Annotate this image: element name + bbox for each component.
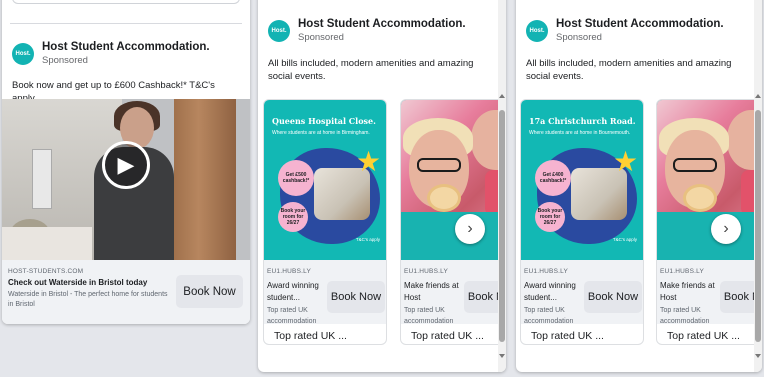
scroll-down-arrow-icon[interactable] bbox=[755, 354, 761, 358]
card-domain: EU1.HUBS.LY bbox=[660, 268, 704, 275]
book-now-button[interactable]: Book Now bbox=[464, 281, 498, 313]
card-domain: EU1.HUBS.LY bbox=[267, 268, 311, 275]
divider bbox=[10, 23, 242, 24]
card-headline[interactable]: Award winning student... bbox=[267, 280, 327, 304]
book-now-button[interactable]: Book Now bbox=[720, 281, 756, 313]
card-info[interactable]: EU1.HUBS.LY Make friends at Host Top rat… bbox=[657, 260, 756, 325]
cta-row[interactable]: HOST-STUDENTS.COM Check out Waterside in… bbox=[2, 260, 250, 324]
link-description: Waterside in Bristol - The perfect home … bbox=[8, 291, 168, 308]
poster-small-print: T&C's apply bbox=[355, 237, 380, 242]
carousel-card[interactable]: EU1.HUBS.LY Make friends at Host Top rat… bbox=[400, 99, 498, 345]
ad-video[interactable]: ▶ bbox=[2, 99, 250, 260]
ad-body-text: All bills included, modern amenities and… bbox=[526, 58, 732, 82]
card-description: Top rated UK accommodation bbox=[404, 307, 454, 325]
advertiser-name[interactable]: Host Student Accommodation. bbox=[556, 18, 724, 30]
card-info[interactable]: EU1.HUBS.LY Award winning student... Top… bbox=[521, 260, 643, 325]
card-image[interactable]: Queens Hospital Close. Where students ar… bbox=[264, 100, 386, 260]
card-image[interactable]: 17a Christchurch Road. Where students ar… bbox=[521, 100, 643, 260]
advertiser-logo[interactable]: Host. bbox=[12, 42, 34, 65]
scroll-up-arrow-icon[interactable] bbox=[755, 94, 761, 98]
link-domain: HOST-STUDENTS.COM bbox=[8, 268, 84, 275]
card-description: Top rated UK accommodation bbox=[267, 307, 317, 325]
poster-cta: Book your room for 26/27 bbox=[278, 202, 308, 232]
card-description: Top rated UK accommodation bbox=[524, 307, 574, 325]
poster-offer: Get £500 cashback!* bbox=[278, 160, 314, 196]
book-now-button[interactable]: Book Now bbox=[176, 275, 243, 308]
star-icon: ★ bbox=[613, 146, 639, 177]
scroll-down-arrow-icon[interactable] bbox=[499, 354, 505, 358]
card-image[interactable] bbox=[657, 100, 756, 260]
sponsored-label: Sponsored bbox=[556, 32, 602, 43]
ad-header: Host. Host Student Accommodation. Sponso… bbox=[526, 18, 724, 43]
play-icon[interactable]: ▶ bbox=[102, 141, 150, 189]
ad-header: Host. Host Student Accommodation. Sponso… bbox=[12, 41, 210, 66]
scrollbar[interactable] bbox=[754, 0, 762, 372]
ad-body-text: All bills included, modern amenities and… bbox=[268, 58, 474, 82]
scrollbar[interactable] bbox=[498, 0, 506, 372]
sponsored-label: Sponsored bbox=[298, 32, 344, 43]
card-domain: EU1.HUBS.LY bbox=[404, 268, 448, 275]
scroll-thumb[interactable] bbox=[499, 110, 505, 342]
card-domain: EU1.HUBS.LY bbox=[524, 268, 568, 275]
advertiser-name[interactable]: Host Student Accommodation. bbox=[42, 41, 210, 53]
card-footer: Top rated UK ... bbox=[531, 330, 604, 342]
card-info[interactable]: EU1.HUBS.LY Award winning student... Top… bbox=[264, 260, 386, 325]
poster-small-print: T&C's apply bbox=[612, 237, 637, 242]
ad-header: Host. Host Student Accommodation. Sponso… bbox=[268, 18, 466, 43]
poster-subtitle: Where students are at home in Bournemout… bbox=[529, 130, 631, 136]
advertiser-logo[interactable]: Host. bbox=[268, 19, 290, 42]
carousel: Queens Hospital Close. Where students ar… bbox=[258, 99, 498, 345]
ad-panel-middle: Host. Host Student Accommodation. Sponso… bbox=[258, 0, 506, 372]
card-description: Top rated UK accommodation bbox=[660, 307, 710, 325]
star-icon: ★ bbox=[356, 146, 382, 177]
book-now-button[interactable]: Book Now bbox=[327, 281, 385, 313]
carousel-card[interactable]: Queens Hospital Close. Where students ar… bbox=[263, 99, 387, 345]
book-now-button[interactable]: Book Now bbox=[584, 281, 642, 313]
advertiser-name[interactable]: Host Student Accommodation. bbox=[298, 18, 466, 30]
link-headline[interactable]: Check out Waterside in Bristol today bbox=[8, 278, 168, 287]
ad-panel-right: Host. Host Student Accommodation. Sponso… bbox=[516, 0, 762, 372]
carousel-card[interactable]: 17a Christchurch Road. Where students ar… bbox=[520, 99, 644, 345]
card-image[interactable] bbox=[401, 100, 498, 260]
card-headline[interactable]: Make friends at Host bbox=[660, 280, 720, 304]
scroll-up-arrow-icon[interactable] bbox=[499, 94, 505, 98]
advertiser-logo[interactable]: Host. bbox=[526, 19, 548, 42]
sponsored-label: Sponsored bbox=[42, 55, 88, 66]
carousel: 17a Christchurch Road. Where students ar… bbox=[516, 99, 756, 345]
card-footer: Top rated UK ... bbox=[411, 330, 484, 342]
card-info[interactable]: EU1.HUBS.LY Make friends at Host Top rat… bbox=[401, 260, 498, 325]
ad-panel-left: Host. Host Student Accommodation. Sponso… bbox=[2, 0, 250, 324]
scroll-thumb[interactable] bbox=[755, 110, 761, 342]
card-footer: Top rated UK ... bbox=[667, 330, 740, 342]
chevron-right-icon[interactable]: › bbox=[711, 214, 741, 244]
previous-post-edge bbox=[12, 0, 240, 4]
carousel-card[interactable]: EU1.HUBS.LY Make friends at Host Top rat… bbox=[656, 99, 756, 345]
card-headline[interactable]: Make friends at Host bbox=[404, 280, 464, 304]
poster-offer: Get £400 cashback!* bbox=[535, 160, 571, 196]
poster-cta: Book your room for 26/27 bbox=[535, 202, 565, 232]
poster-title: Queens Hospital Close. bbox=[272, 116, 376, 126]
poster-title: 17a Christchurch Road. bbox=[529, 116, 636, 126]
card-footer: Top rated UK ... bbox=[274, 330, 347, 342]
poster-subtitle: Where students are at home in Birmingham… bbox=[272, 130, 370, 136]
chevron-right-icon[interactable]: › bbox=[455, 214, 485, 244]
card-headline[interactable]: Award winning student... bbox=[524, 280, 584, 304]
